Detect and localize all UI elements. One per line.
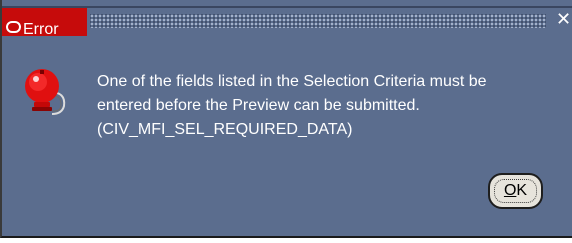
error-message: One of the fields listed in the Selectio… [97, 70, 567, 142]
error-dialog: Error ✕ One of the fields listed in the … [0, 0, 572, 238]
oracle-logo-icon [6, 21, 21, 33]
error-code: (CIV_MFI_SEL_REQUIRED_DATA) [97, 121, 353, 138]
ok-focus-ring: OK [494, 179, 537, 203]
ok-label: OK [503, 182, 528, 199]
alarm-bell-icon [25, 69, 66, 115]
title-bar-divider [2, 6, 572, 8]
message-line: entered before the Preview can be submit… [97, 97, 420, 114]
title-accent: Error [2, 8, 87, 38]
title-bar[interactable]: Error ✕ [2, 0, 572, 38]
dialog-title: Error [23, 21, 59, 38]
title-bar-grip[interactable] [90, 14, 546, 28]
message-line: One of the fields listed in the Selectio… [97, 73, 487, 90]
close-icon[interactable]: ✕ [556, 10, 572, 30]
ok-button[interactable]: OK [488, 173, 543, 209]
